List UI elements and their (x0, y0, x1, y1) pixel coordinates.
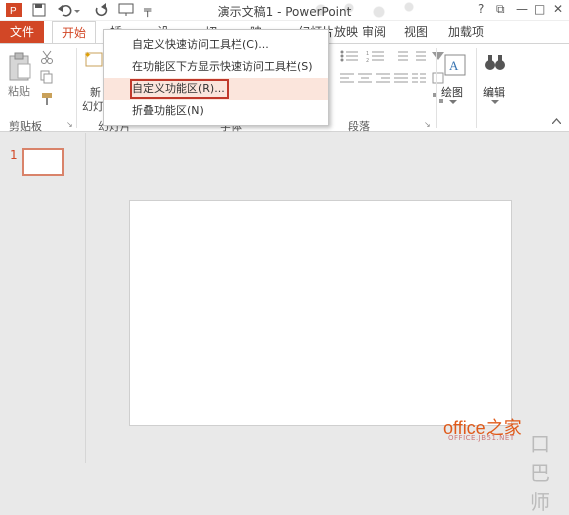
watermark-url: OFFICE.JB51.NET (448, 434, 515, 442)
decrease-indent-icon[interactable] (394, 50, 408, 62)
drawing-dropdown-icon[interactable] (449, 100, 457, 105)
collapse-ribbon-icon[interactable] (552, 118, 561, 124)
group-separator (76, 48, 77, 128)
binoculars-icon[interactable] (484, 52, 506, 72)
numbering-icon[interactable]: 12 (366, 50, 386, 62)
watermark-tail: 口巴师 (530, 432, 550, 514)
minimize-button[interactable]: — (516, 2, 528, 16)
slide-canvas[interactable] (129, 200, 512, 426)
menu-item-show-qat-below[interactable]: 在功能区下方显示快速访问工具栏(S) (104, 56, 328, 78)
text-direction-icon[interactable] (432, 52, 444, 62)
editing-label[interactable]: 编辑 (483, 84, 505, 100)
copy-icon[interactable] (40, 70, 54, 84)
clipboard-launcher-icon[interactable]: ↘ (66, 120, 73, 129)
highlight-box (130, 79, 229, 99)
tab-review[interactable]: 审阅 (362, 21, 386, 43)
paste-label[interactable]: 粘贴 (8, 83, 30, 99)
menu-item-customize-qat[interactable]: 自定义快速访问工具栏(C)... (104, 34, 328, 56)
close-button[interactable]: ✕ (553, 2, 563, 16)
ribbon-display-options-button[interactable]: ⧉ (496, 2, 505, 17)
qat-context-menu: 自定义快速访问工具栏(C)... 在功能区下方显示快速访问工具栏(S) 自定义功… (103, 29, 329, 126)
svg-text:1: 1 (366, 51, 369, 57)
columns-icon[interactable] (412, 72, 426, 84)
editing-dropdown-icon[interactable] (491, 100, 499, 105)
svg-text:✦: ✦ (84, 51, 92, 61)
slide-number: 1 (10, 148, 18, 162)
new-slide-icon[interactable]: ✦ (84, 50, 104, 70)
menu-item-collapse-ribbon[interactable]: 折叠功能区(N) (104, 100, 328, 122)
group-paragraph-label: 段落 (348, 120, 370, 133)
cut-icon[interactable] (40, 50, 54, 64)
align-left-icon[interactable] (340, 72, 354, 84)
align-right-icon[interactable] (376, 72, 390, 84)
drawing-icon[interactable]: A (444, 54, 466, 76)
menu-item-customize-ribbon[interactable]: 自定义功能区(R)... (104, 78, 328, 100)
tab-file[interactable]: 文件 (0, 21, 44, 43)
maximize-button[interactable]: □ (534, 2, 545, 16)
align-center-icon[interactable] (358, 72, 372, 84)
paragraph-launcher-icon[interactable]: ↘ (424, 120, 431, 129)
slides-panel (0, 133, 86, 463)
format-painter-icon[interactable] (40, 92, 54, 106)
svg-text:A: A (449, 58, 459, 73)
slide-thumbnail[interactable] (22, 148, 64, 176)
tab-home[interactable]: 开始 (52, 21, 96, 44)
increase-indent-icon[interactable] (412, 50, 426, 62)
tab-view[interactable]: 视图 (404, 21, 428, 43)
bullets-icon[interactable] (340, 50, 360, 62)
group-separator (436, 48, 437, 128)
group-clipboard-label: 剪贴板 (9, 120, 42, 133)
svg-text:2: 2 (366, 58, 369, 62)
drawing-label[interactable]: 绘图 (441, 84, 463, 100)
justify-icon[interactable] (394, 72, 408, 84)
tab-addins[interactable]: 加载项 (448, 21, 484, 43)
align-text-icon[interactable] (432, 72, 444, 84)
help-button[interactable]: ? (478, 2, 484, 16)
new-slide-label-line2[interactable]: 幻灯 (82, 98, 104, 114)
paste-icon[interactable] (8, 52, 32, 82)
group-separator (476, 48, 477, 128)
